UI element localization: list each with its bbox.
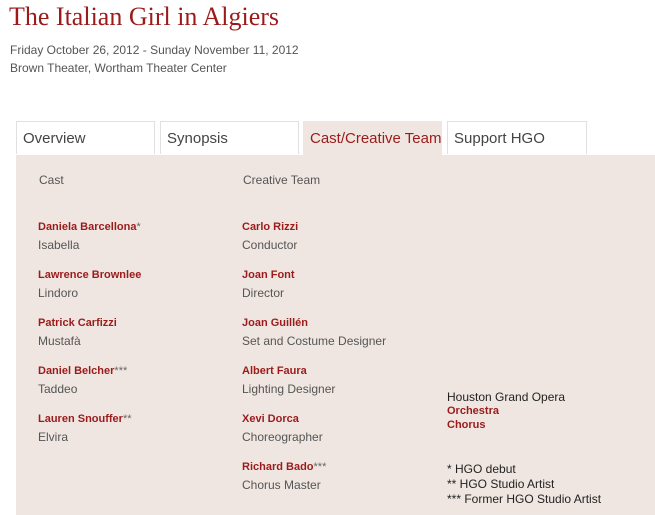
creative-member-name[interactable]: Richard Bado: [242, 461, 314, 473]
tab-cast-creative-team[interactable]: Cast/Creative Team: [303, 121, 442, 156]
creative-member-role: Conductor: [242, 238, 298, 252]
page-title: The Italian Girl in Algiers: [9, 2, 280, 31]
creative-member: Richard Bado*** Chorus Master: [242, 461, 326, 492]
legend-item: *** Former HGO Studio Artist: [447, 492, 602, 506]
cast-member: Daniela Barcellona* Isabella: [38, 221, 141, 252]
cast-member: Lauren Snouffer** Elvira: [38, 413, 132, 444]
creative-member-name[interactable]: Joan Guillén: [242, 317, 308, 329]
cast-member-role: Taddeo: [38, 382, 78, 396]
cast-member-mark: ***: [114, 365, 128, 377]
legend-item: * HGO debut: [447, 462, 516, 476]
creative-member: Albert Faura Lighting Designer: [242, 365, 335, 396]
cast-member-role: Elvira: [38, 430, 69, 444]
legend: * HGO debut ** HGO Studio Artist *** For…: [447, 462, 601, 507]
cast-creative-panel: Cast Creative Team Daniela Barcellona* I…: [16, 155, 655, 515]
cast-column-heading: Cast: [39, 173, 64, 187]
creative-member-role: Lighting Designer: [242, 382, 336, 396]
event-venue: Brown Theater, Wortham Theater Center: [10, 61, 227, 75]
creative-member-name[interactable]: Xevi Dorca: [242, 413, 299, 425]
cast-member-name[interactable]: Lawrence Brownlee: [38, 269, 141, 281]
creative-member: Xevi Dorca Choreographer: [242, 413, 323, 444]
creative-member-role: Set and Costume Designer: [242, 334, 387, 348]
cast-member-role: Mustafà: [38, 334, 81, 348]
creative-member-name[interactable]: Albert Faura: [242, 365, 307, 377]
orchestra-link[interactable]: Orchestra: [447, 404, 565, 418]
cast-member-name[interactable]: Daniel Belcher: [38, 365, 114, 377]
tab-overview[interactable]: Overview: [16, 121, 155, 154]
cast-member-mark: *: [136, 221, 141, 233]
ensemble-heading: Houston Grand Opera: [447, 390, 566, 404]
cast-member-role: Lindoro: [38, 286, 79, 300]
cast-member: Lawrence Brownlee Lindoro: [38, 269, 141, 300]
legend-item: ** HGO Studio Artist: [447, 477, 555, 491]
event-dates: Friday October 26, 2012 - Sunday Novembe…: [10, 43, 299, 57]
cast-member-name[interactable]: Daniela Barcellona: [38, 221, 136, 233]
creative-member: Joan Font Director: [242, 269, 295, 300]
creative-member-name[interactable]: Joan Font: [242, 269, 295, 281]
tab-synopsis[interactable]: Synopsis: [160, 121, 299, 154]
creative-member-role: Director: [242, 286, 285, 300]
ensembles-block: Houston Grand Opera Orchestra Chorus: [447, 390, 565, 432]
tab-support-hgo[interactable]: Support HGO: [447, 121, 587, 154]
cast-member: Patrick Carfizzi Mustafà: [38, 317, 117, 348]
creative-member-mark: ***: [313, 461, 327, 473]
creative-member-role: Choreographer: [242, 430, 323, 444]
creative-member: Joan Guillén Set and Costume Designer: [242, 317, 386, 348]
cast-member: Daniel Belcher*** Taddeo: [38, 365, 127, 396]
cast-member-name[interactable]: Lauren Snouffer: [38, 413, 123, 425]
cast-member-role: Isabella: [38, 238, 80, 252]
chorus-link[interactable]: Chorus: [447, 418, 565, 432]
cast-member-name[interactable]: Patrick Carfizzi: [38, 317, 117, 329]
creative-member-role: Chorus Master: [242, 478, 321, 492]
creative-column-heading: Creative Team: [243, 173, 321, 187]
creative-member-name[interactable]: Carlo Rizzi: [242, 221, 298, 233]
creative-member: Carlo Rizzi Conductor: [242, 221, 298, 252]
cast-member-mark: **: [122, 413, 132, 425]
